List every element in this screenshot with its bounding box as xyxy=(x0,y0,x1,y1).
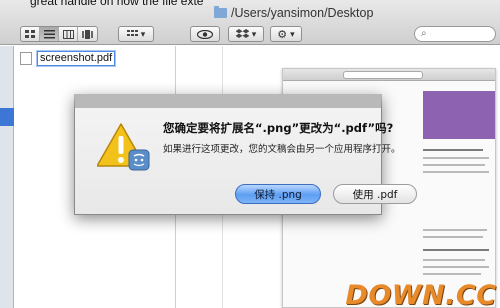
preview-text-line xyxy=(423,266,489,268)
column-view-icon[interactable] xyxy=(59,27,78,41)
keep-png-button[interactable]: 保持 .png xyxy=(235,184,321,204)
watermark-logo: DOWN.CC xyxy=(345,279,497,308)
dialog-message: 如果进行这项更改，您的文稿会由另一个应用程序打开。 xyxy=(163,144,401,155)
preview-text-line xyxy=(423,259,485,261)
preview-text-line xyxy=(423,164,485,166)
preview-header-image xyxy=(423,91,495,139)
arrange-menu-button[interactable]: ▾ xyxy=(118,26,154,42)
use-pdf-button[interactable]: 使用 .pdf xyxy=(333,184,417,204)
chevron-down-icon: ▾ xyxy=(290,28,295,39)
window-title: /Users/yansimon/Desktop xyxy=(214,5,373,21)
eye-icon xyxy=(197,29,213,39)
background-page-text: great handle on how the file exte xyxy=(30,0,204,8)
preview-text-line xyxy=(423,171,489,173)
view-mode-switcher xyxy=(20,26,98,42)
rename-extension-dialog: 您确定要将扩展名“.png”更改为“.pdf”吗? 如果进行这项更改，您的文稿会… xyxy=(74,94,417,215)
gear-icon: ⚙ xyxy=(277,28,288,41)
sidebar xyxy=(0,46,14,308)
finder-toolbar: great handle on how the file exte /Users… xyxy=(0,0,500,45)
preview-text-line xyxy=(423,249,489,251)
folder-icon xyxy=(214,6,227,18)
preview-text-line xyxy=(423,236,483,238)
window-title-path: /Users/yansimon/Desktop xyxy=(231,6,374,20)
preview-url-bar xyxy=(343,71,423,79)
icon-view-icon[interactable] xyxy=(21,27,40,41)
coverflow-view-icon[interactable] xyxy=(78,27,97,41)
sidebar-selected-item[interactable] xyxy=(0,108,14,126)
file-list-item[interactable]: screenshot.pdf xyxy=(20,51,116,66)
preview-text-line xyxy=(423,157,489,159)
dropbox-icon xyxy=(235,29,249,38)
chevron-down-icon: ▾ xyxy=(140,28,146,39)
list-view-icon[interactable] xyxy=(40,27,59,41)
preview-text-line xyxy=(423,229,487,231)
grid-icon xyxy=(126,29,138,36)
dialog-title: 您确定要将扩展名“.png”更改为“.pdf”吗? xyxy=(163,121,394,135)
preview-text-line xyxy=(423,149,483,151)
quicklook-button[interactable] xyxy=(190,26,220,42)
action-menu-button[interactable]: ⚙ ▾ xyxy=(270,26,302,42)
filename-rename-field[interactable]: screenshot.pdf xyxy=(37,51,116,66)
preview-text-line xyxy=(423,273,481,275)
warning-triangle-icon xyxy=(97,123,150,171)
document-icon xyxy=(20,52,32,65)
search-field[interactable]: ⌕ xyxy=(414,26,496,42)
chevron-down-icon: ▾ xyxy=(251,28,257,39)
dropbox-button[interactable]: ▾ xyxy=(228,26,264,42)
search-icon: ⌕ xyxy=(421,28,427,39)
